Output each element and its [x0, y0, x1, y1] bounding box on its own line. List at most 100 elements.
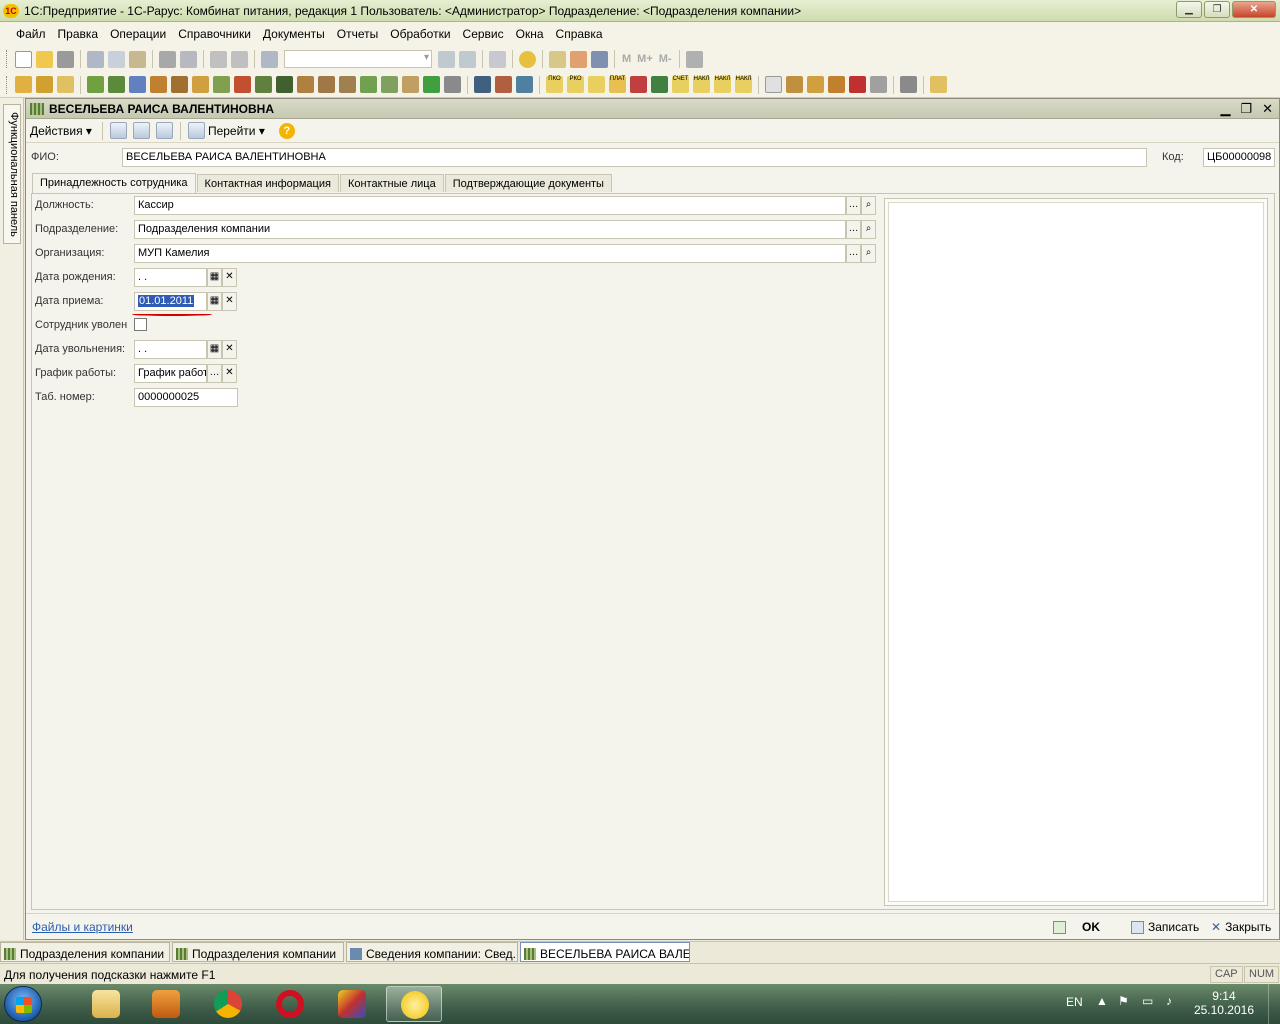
tab-contact-info[interactable]: Контактная информация — [196, 174, 339, 192]
catalog-icon[interactable] — [87, 76, 104, 93]
book-icon[interactable] — [276, 76, 293, 93]
calendar-icon[interactable] — [570, 50, 587, 68]
files-and-pictures-link[interactable]: Файлы и картинки — [32, 920, 133, 934]
settings-icon[interactable] — [930, 76, 947, 93]
copy-icon[interactable] — [108, 50, 125, 68]
taskbar-explorer[interactable] — [78, 986, 134, 1022]
window-tab-departments-1[interactable]: Подразделения компании — [0, 942, 170, 962]
redo-icon[interactable] — [231, 50, 248, 68]
position-select-button[interactable]: … — [846, 196, 861, 215]
maximize-button[interactable]: ❐ — [1204, 1, 1230, 18]
paste-icon[interactable] — [129, 50, 146, 68]
exchange-icon[interactable] — [651, 76, 668, 93]
find-icon[interactable] — [261, 50, 278, 68]
recipe-icon[interactable] — [171, 76, 188, 93]
menu-documents[interactable]: Документы — [257, 27, 331, 41]
chart-icon[interactable] — [474, 76, 491, 93]
tray-network-icon[interactable]: ⚑ — [1118, 994, 1129, 1008]
dismissed-checkbox[interactable] — [134, 318, 147, 331]
transfer-icon[interactable] — [630, 76, 647, 93]
language-indicator[interactable]: EN — [1066, 995, 1083, 1009]
memory-button-m[interactable]: M — [622, 53, 631, 65]
window-tab-employee[interactable]: ВЕСЕЛЬЕВА РАИСА ВАЛЕ... — [520, 942, 690, 962]
save-icon[interactable] — [57, 50, 74, 68]
minimize-button[interactable]: ▁ — [1176, 1, 1202, 18]
cash-icon[interactable] — [588, 76, 605, 93]
schet-icon[interactable]: СЧЕТ — [672, 76, 689, 93]
box-icon[interactable] — [402, 76, 419, 93]
persons-icon[interactable] — [318, 76, 335, 93]
organization-select-button[interactable]: … — [846, 244, 861, 263]
organization-input[interactable]: МУП Камелия — [134, 244, 846, 263]
schedule-input[interactable]: График работ — [134, 364, 207, 383]
cut-icon[interactable] — [87, 50, 104, 68]
photo-area[interactable] — [888, 202, 1264, 902]
warehouse-icon[interactable] — [108, 76, 125, 93]
calculator-icon[interactable] — [549, 50, 566, 68]
functional-panel-tab[interactable]: Функциональная панель — [3, 104, 21, 244]
hire-date-clear-icon[interactable]: ✕ — [222, 292, 237, 311]
chart2-icon[interactable] — [495, 76, 512, 93]
list-icon[interactable] — [444, 76, 461, 93]
menu-file[interactable]: Файл — [10, 27, 52, 41]
plus-icon[interactable] — [423, 76, 440, 93]
dismiss-date-input[interactable]: . . — [134, 340, 207, 359]
birth-date-calendar-icon[interactable]: ▦ — [207, 268, 222, 287]
memory-button-m-minus[interactable]: M- — [659, 53, 672, 65]
menu-reports[interactable]: Отчеты — [331, 27, 384, 41]
form-restore-button[interactable]: ❐ — [1240, 101, 1252, 117]
tray-volume-icon[interactable]: ♪ — [1166, 994, 1172, 1008]
staff-icon[interactable] — [192, 76, 209, 93]
taskbar-chrome[interactable] — [200, 986, 256, 1022]
plat-icon[interactable]: ПЛАТ — [609, 76, 626, 93]
form-minimize-button[interactable]: ▁ — [1220, 101, 1230, 117]
nakl-out-icon[interactable]: НАКЛ — [714, 76, 731, 93]
person-icon[interactable] — [213, 76, 230, 93]
ok-button[interactable]: OK — [1053, 920, 1100, 934]
save-button[interactable]: Записать — [1131, 920, 1199, 934]
undo-icon[interactable] — [210, 50, 227, 68]
find-prev-icon[interactable] — [459, 50, 476, 68]
sheet-icon[interactable] — [765, 76, 782, 93]
taskbar-media-player[interactable] — [138, 986, 194, 1022]
tab-employee-affiliation[interactable]: Принадлежность сотрудника — [32, 173, 196, 193]
menu-processing[interactable]: Обработки — [384, 27, 456, 41]
arm-icon[interactable] — [15, 76, 32, 93]
new-icon[interactable] — [15, 50, 32, 68]
schedule-select-button[interactable]: … — [207, 364, 222, 383]
users-icon[interactable] — [591, 50, 608, 68]
team-icon[interactable] — [297, 76, 314, 93]
menu-windows[interactable]: Окна — [510, 27, 550, 41]
goods-icon[interactable] — [129, 76, 146, 93]
tab-number-input[interactable]: 0000000025 — [134, 388, 238, 407]
dismiss-date-clear-icon[interactable]: ✕ — [222, 340, 237, 359]
birth-date-clear-icon[interactable]: ✕ — [222, 268, 237, 287]
organization-search-icon[interactable]: ⌕ — [861, 244, 876, 263]
window-tab-departments-2[interactable]: Подразделения компании — [172, 942, 344, 962]
help-icon[interactable]: ? — [278, 122, 295, 139]
copy-doc-icon[interactable] — [155, 122, 173, 139]
menu-catalogs[interactable]: Справочники — [172, 27, 257, 41]
tray-action-center-icon[interactable]: ▭ — [1142, 994, 1153, 1008]
show-desktop-button[interactable] — [1268, 984, 1280, 1024]
shop-icon[interactable] — [828, 76, 845, 93]
memory-button-m-plus[interactable]: M+ — [637, 53, 653, 65]
info-icon[interactable] — [519, 50, 536, 68]
tree-icon[interactable] — [360, 76, 377, 93]
print-icon[interactable] — [159, 50, 176, 68]
tab-supporting-documents[interactable]: Подтверждающие документы — [444, 174, 612, 192]
department-search-icon[interactable]: ⌕ — [861, 220, 876, 239]
birth-date-input[interactable]: . . — [134, 268, 207, 287]
bars2-icon[interactable] — [807, 76, 824, 93]
clock[interactable]: 9:14 25.10.2016 — [1194, 989, 1254, 1017]
docs-icon[interactable] — [516, 76, 533, 93]
kitchen-icon[interactable] — [255, 76, 272, 93]
money-icon[interactable] — [234, 76, 251, 93]
actions-menu[interactable]: Действия ▾ — [30, 124, 92, 138]
record-icon[interactable] — [109, 122, 127, 139]
position-input[interactable]: Кассир — [134, 196, 846, 215]
rko-icon[interactable]: РКО — [567, 76, 584, 93]
table-icon[interactable] — [870, 76, 887, 93]
dismiss-date-calendar-icon[interactable]: ▦ — [207, 340, 222, 359]
close-button[interactable]: ✕ — [1232, 1, 1276, 18]
